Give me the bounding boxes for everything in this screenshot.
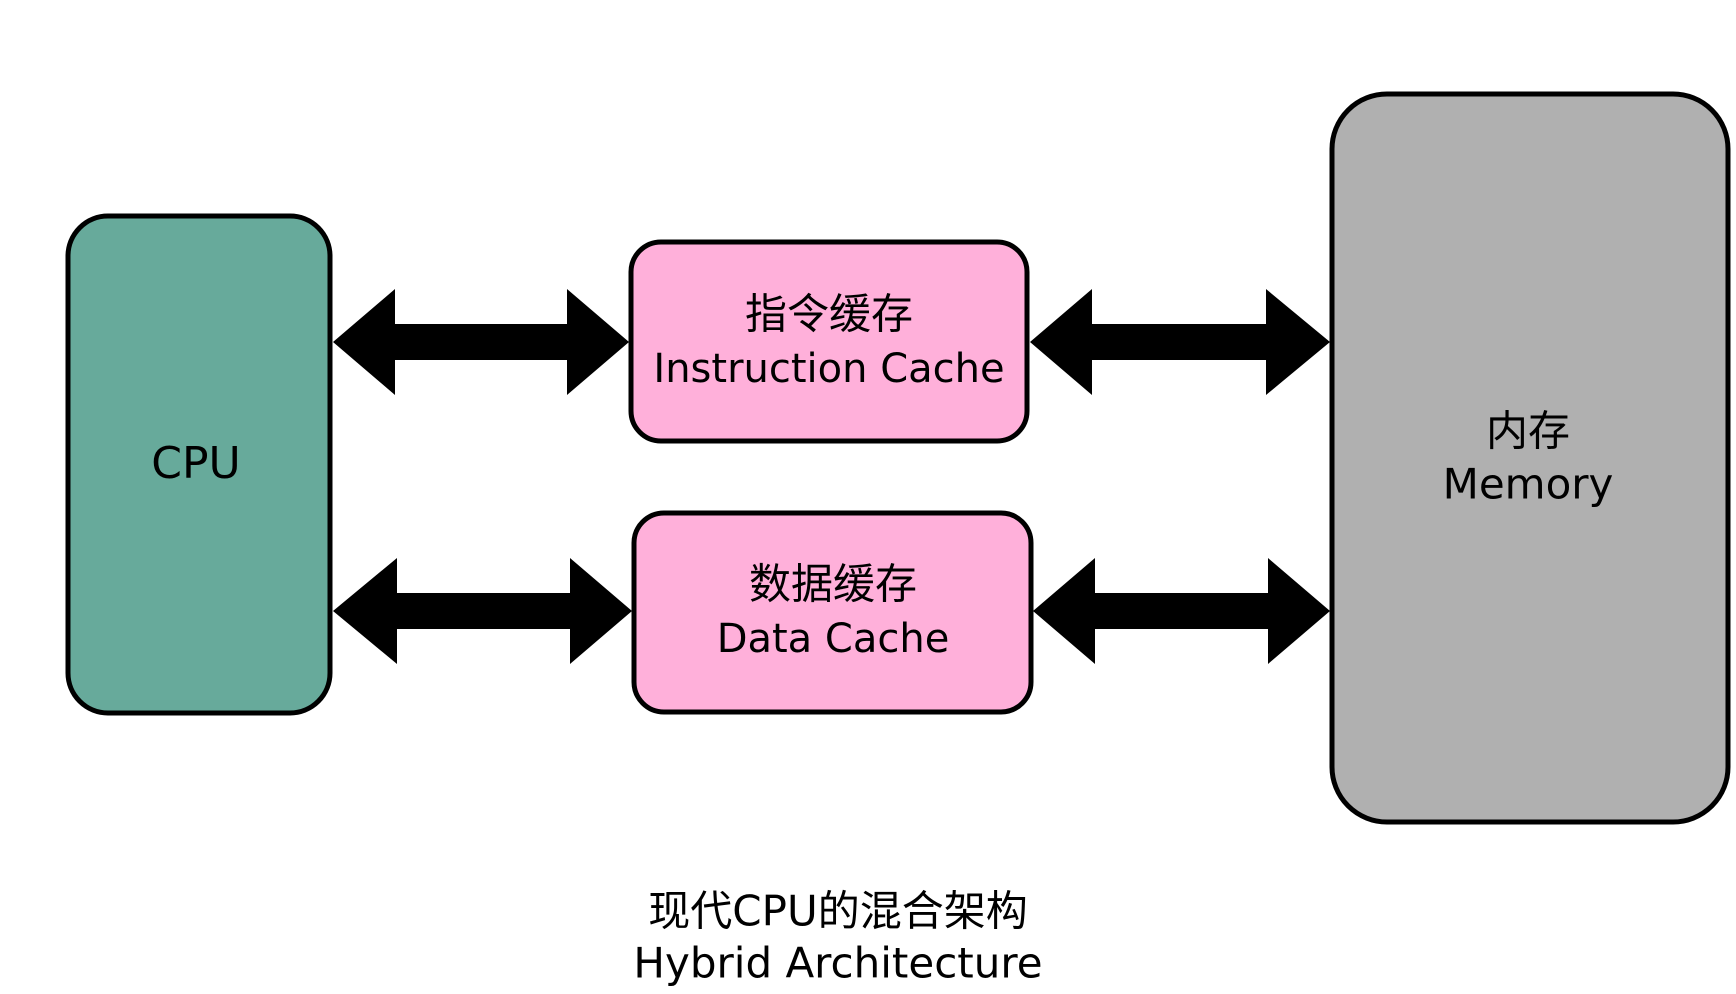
arrow-cpu-data-cache	[333, 558, 632, 664]
instruction-cache-label-en: Instruction Cache	[653, 346, 1004, 392]
memory-label-en: Memory	[1443, 460, 1614, 509]
arrow-cpu-instruction-cache	[333, 289, 629, 395]
instruction-cache-label-zh: 指令缓存	[745, 290, 913, 339]
data-cache-box	[631, 510, 1034, 715]
caption-line-en: Hybrid Architecture	[633, 939, 1042, 988]
architecture-diagram: CPU 指令缓存 Instruction Cache 数据缓存 Data Cac…	[65, 91, 1731, 988]
caption-line-zh: 现代CPU的混合架构	[648, 887, 1027, 936]
data-cache-label-en: Data Cache	[717, 616, 950, 662]
instruction-cache-block: 指令缓存 Instruction Cache	[628, 239, 1030, 444]
memory-block: 内存 Memory	[1329, 91, 1731, 825]
memory-box	[1329, 91, 1731, 825]
data-cache-block: 数据缓存 Data Cache	[631, 510, 1034, 715]
diagram-caption: 现代CPU的混合架构 Hybrid Architecture	[633, 887, 1042, 988]
arrow-instruction-cache-memory	[1030, 289, 1330, 395]
memory-label-zh: 内存	[1486, 407, 1570, 456]
cpu-block: CPU	[65, 213, 333, 716]
cpu-label: CPU	[151, 438, 240, 489]
instruction-cache-box	[628, 239, 1030, 444]
arrow-data-cache-memory	[1033, 558, 1330, 664]
data-cache-label-zh: 数据缓存	[749, 560, 917, 609]
